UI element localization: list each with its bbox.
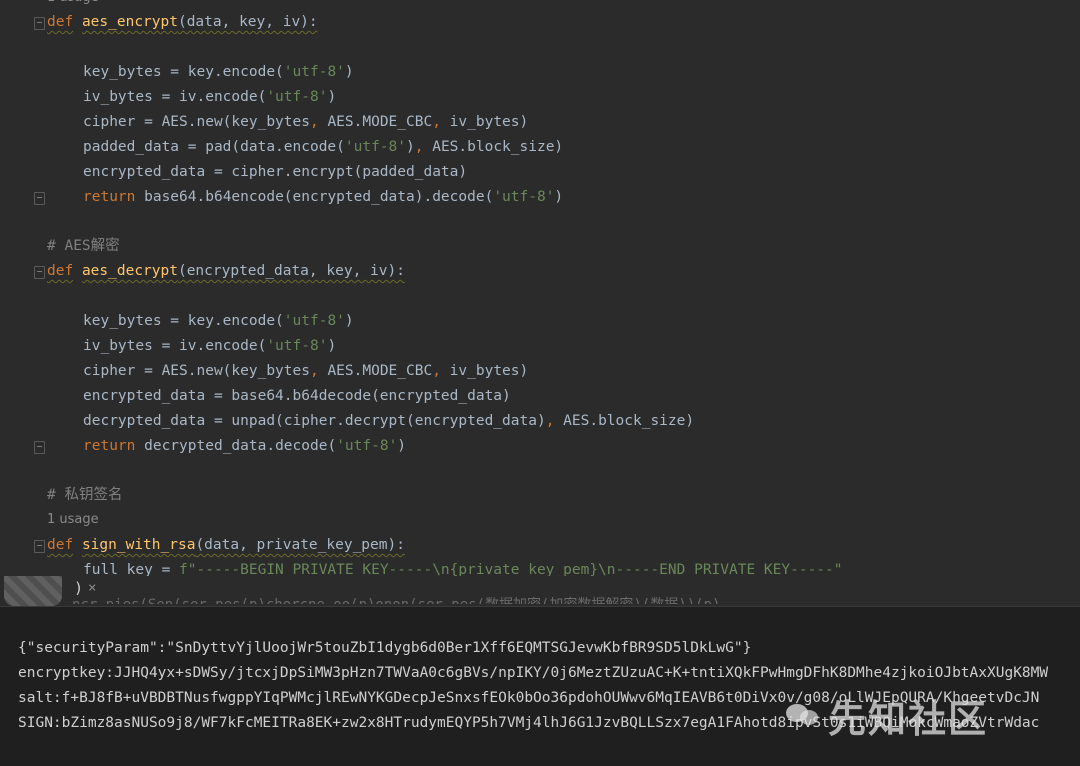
code-comment: # AES解密 [47,238,120,254]
fold-marker-icon[interactable] [34,266,45,279]
fold-marker-icon[interactable] [34,441,45,454]
code-editor[interactable]: 1 usage def aes_encrypt(data, key, iv): … [0,0,1080,580]
function-params: (encrypted_data, key, iv): [177,263,405,279]
code-line: padded_data = pad(data.encode('utf-8'), … [83,139,564,155]
aes-encrypt-def: def aes_encrypt(data, key, iv): [47,10,318,34]
code-line: key_bytes = key.encode('utf-8') [83,313,354,329]
editor-gutter [0,0,46,580]
function-params: (data, key, iv): [177,14,318,30]
console-tab-bar: ) × ncr_pies(Sen(ser_pes(p)chorcne-oo(p)… [0,576,1080,607]
screenshot-root: 1 usage def aes_encrypt(data, key, iv): … [0,0,1080,766]
code-line: return decrypted_data.decode('utf-8') [83,438,407,454]
function-params: (data, private_key_pem): [195,537,405,553]
aes-decrypt-def: def aes_decrypt(encrypted_data, key, iv)… [47,259,405,283]
fold-marker-icon[interactable] [34,540,45,553]
code-line: cipher = AES.new(key_bytes, AES.MODE_CBC… [83,363,529,379]
code-line: encrypted_data = cipher.encrypt(padded_d… [83,164,468,180]
wechat-icon [786,702,820,728]
blurred-avatar [4,576,62,606]
code-comment: # 私钥签名 [47,487,123,503]
code-line: iv_bytes = iv.encode('utf-8') [83,89,337,105]
code-line: encrypted_data = base64.b64decode(encryp… [83,388,511,404]
def-keyword: def [47,14,74,30]
code-line: return base64.b64encode(encrypted_data).… [83,189,564,205]
fold-marker-icon[interactable] [34,17,45,30]
sign-with-rsa-def: def sign_with_rsa(data, private_key_pem)… [47,533,405,557]
function-name: aes_decrypt [81,263,178,279]
function-name: aes_encrypt [81,14,178,30]
fold-marker-icon[interactable] [34,192,45,205]
usage-hint[interactable]: 1 usage [47,508,99,532]
code-line: key_bytes = key.encode('utf-8') [83,64,354,80]
command-line-clipped: ncr_pies(Sen(ser_pes(p)chorcne-oo(p)onon… [72,594,720,604]
watermark: 先知社区 [786,680,1076,750]
console-output-line: {"securityParam":"SnDyttvYjlUoojWr5touZb… [18,640,752,656]
def-keyword: def [47,537,74,553]
function-name: sign_with_rsa [81,537,196,553]
def-keyword: def [47,263,74,279]
code-line: iv_bytes = iv.encode('utf-8') [83,338,337,354]
code-line: decrypted_data = unpad(cipher.decrypt(en… [83,413,695,429]
code-line: cipher = AES.new(key_bytes, AES.MODE_CBC… [83,114,529,130]
watermark-text: 先知社区 [828,696,989,741]
usage-hint[interactable]: 1 usage [47,0,99,10]
